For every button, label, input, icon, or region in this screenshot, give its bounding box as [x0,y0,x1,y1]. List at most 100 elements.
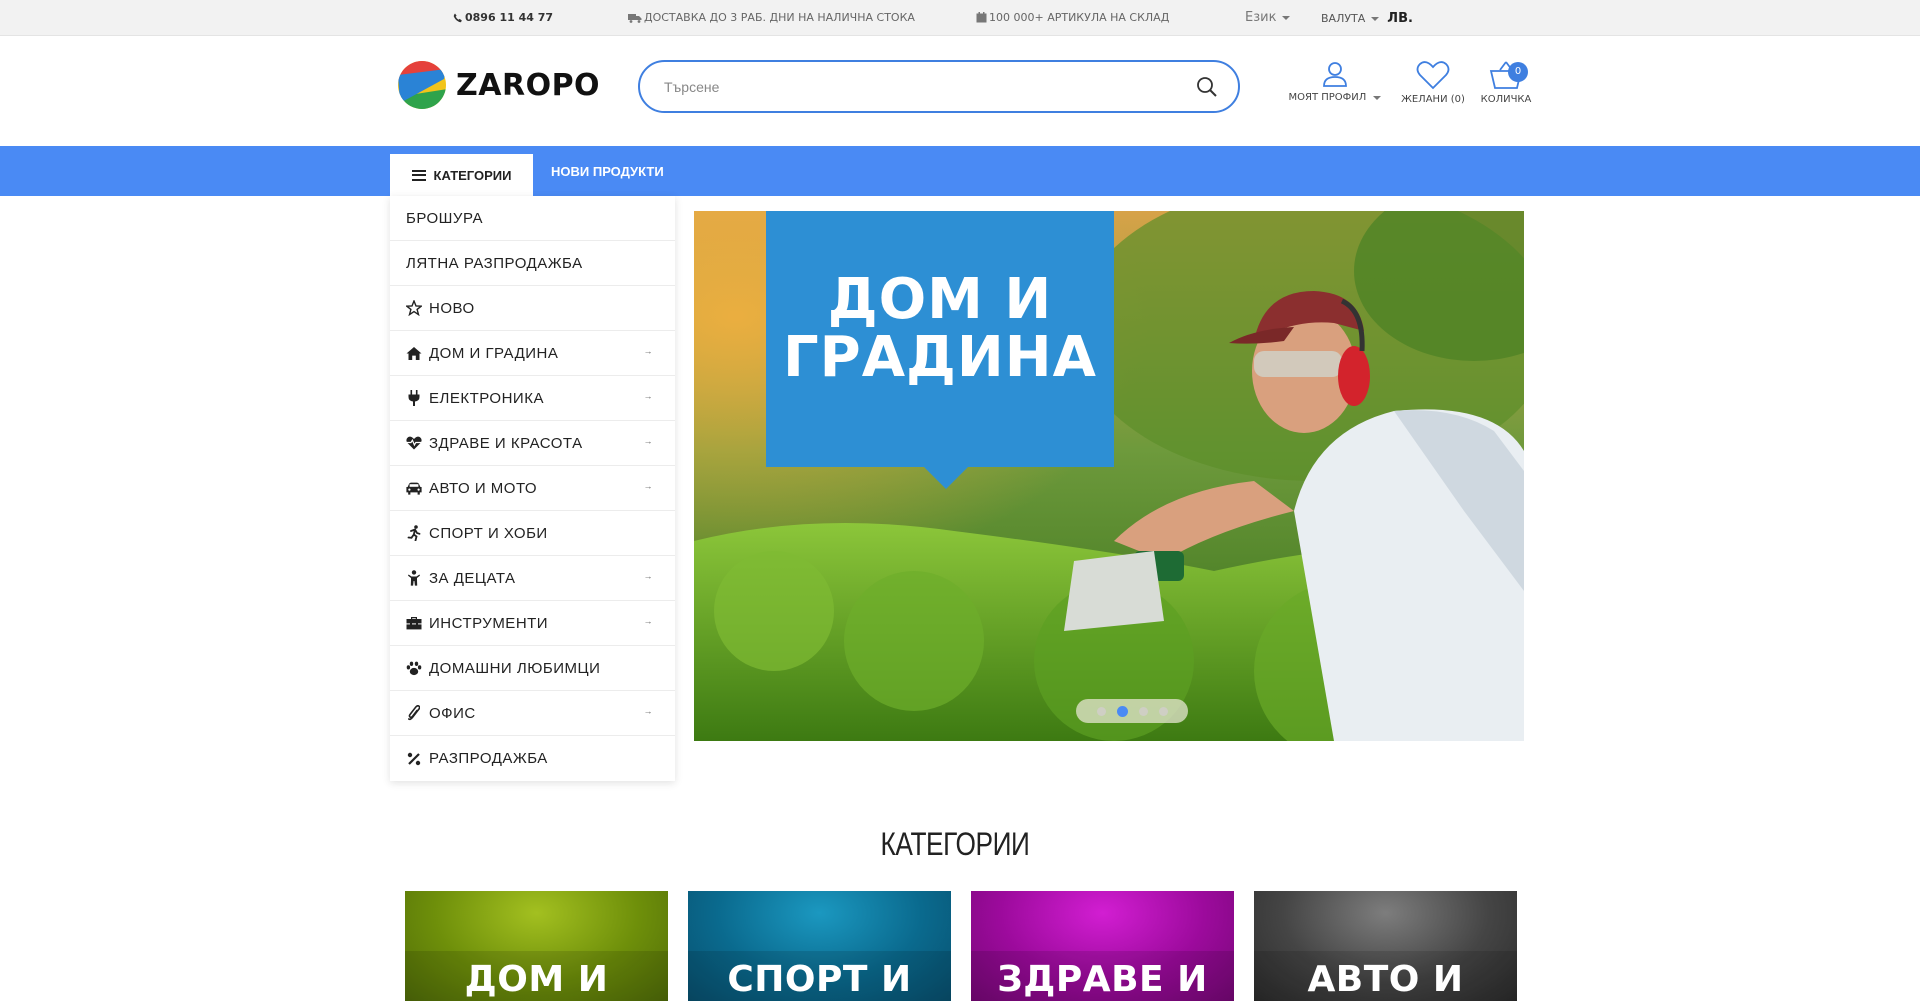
home-icon [406,345,422,361]
sidebar-item-pets[interactable]: ДОМАШНИ ЛЮБИМЦИ [390,646,675,691]
arrow-right-icon: → [643,346,653,356]
profile-button[interactable]: МОЯТ ПРОФИЛ [1288,60,1382,103]
category-tile-auto-moto[interactable]: АВТО И [1254,891,1517,1001]
star-icon [406,300,422,316]
categories-label: КАТЕГОРИИ [433,167,512,183]
sidebar-item-label: СПОРТ И ХОБИ [429,524,548,542]
car-icon [406,480,422,496]
sidebar-item-brochure[interactable]: БРОШУРА [390,196,675,241]
slider-dots [1076,699,1188,723]
stock-text: 100 000+ АРТИКУЛА НА СКЛАД [989,11,1170,24]
hero-slider[interactable]: ДОМ И ГРАДИНА [694,211,1524,741]
heartbeat-icon [406,435,422,451]
sidebar-item-label: ОФИС [429,704,476,722]
sidebar-item-electronics[interactable]: ЕЛЕКТРОНИКА → [390,376,675,421]
language-selector[interactable]: Език [1245,10,1291,25]
sidebar-item-label: ЗДРАВЕ И КРАСОТА [429,434,583,452]
slider-dot[interactable] [1096,706,1106,716]
tile-label: ДОМ И [464,959,609,1000]
sidebar-item-label: НОВО [429,299,475,317]
heart-icon [1416,61,1450,90]
sidebar-item-auto-moto[interactable]: АВТО И МОТО → [390,466,675,511]
sidebar-item-label: ЗА ДЕЦАТА [429,569,516,587]
arrow-right-icon: → [643,481,653,491]
sidebar-item-label: БРОШУРА [406,209,483,227]
top-bar: 0896 11 44 77 ДОСТАВКА ДО 3 РАБ. ДНИ НА … [0,0,1920,36]
category-tile-health-beauty[interactable]: ЗДРАВЕ И [971,891,1234,1001]
sidebar-item-kids[interactable]: ЗА ДЕЦАТА → [390,556,675,601]
profile-label: МОЯТ ПРОФИЛ [1288,92,1367,103]
tile-label: АВТО И [1307,959,1464,1000]
arrow-right-icon: → [643,616,653,626]
slider-dot[interactable] [1138,706,1148,716]
hero-banner-line: ГРАДИНА [782,325,1097,390]
currency-value: ЛВ. [1387,11,1413,26]
sidebar-item-label: ДОМАШНИ ЛЮБИМЦИ [429,659,601,677]
language-label: Език [1245,10,1277,25]
category-tile-home-garden[interactable]: ДОМ И [405,891,668,1001]
currency-selector[interactable]: ВАЛУТА ЛВ. [1321,11,1413,26]
chevron-down-icon [1371,16,1380,21]
chevron-down-icon [1373,96,1382,100]
calendar-icon [976,12,987,23]
hero-banner-tip [924,467,968,489]
arrow-right-icon: → [643,571,653,581]
arrow-right-icon: → [643,436,653,446]
percent-icon [406,751,422,767]
chevron-down-icon [1282,15,1291,20]
cart-label: КОЛИЧКА [1480,94,1532,105]
sidebar-item-new[interactable]: НОВО [390,286,675,331]
phone-icon [453,13,462,22]
arrow-right-icon: → [643,706,653,716]
category-tile-sport-hobby[interactable]: СПОРТ И [688,891,951,1001]
delivery-info: ДОСТАВКА ДО 3 РАБ. ДНИ НА НАЛИЧНА СТОКА [628,11,915,24]
toolbox-icon [406,615,422,631]
sidebar-item-label: ЛЯТНА РАЗПРОДАЖБА [406,254,583,272]
arrow-right-icon: → [643,391,653,401]
sidebar-item-office[interactable]: ОФИС → [390,691,675,736]
sidebar-item-sale[interactable]: РАЗПРОДАЖБА [390,736,675,781]
logo-icon [398,61,446,109]
hero-banner-text: ДОМ И ГРАДИНА [766,271,1114,387]
sidebar-item-label: ЕЛЕКТРОНИКА [429,389,544,407]
sidebar-item-label: ДОМ И ГРАДИНА [429,344,559,362]
search-bar [638,60,1240,113]
currency-label: ВАЛУТА [1321,12,1366,25]
sidebar-item-health-beauty[interactable]: ЗДРАВЕ И КРАСОТА → [390,421,675,466]
phone-link[interactable]: 0896 11 44 77 [453,11,553,24]
paw-icon [406,660,422,676]
categories-heading: КАТЕГОРИИ [880,826,1030,862]
sidebar-item-label: РАЗПРОДАЖБА [429,750,548,767]
logo-text: ZAROPO [456,67,601,103]
new-products-link[interactable]: НОВИ ПРОДУКТИ [551,164,664,179]
search-icon[interactable] [1196,76,1218,98]
search-input[interactable] [664,75,1184,99]
delivery-text: ДОСТАВКА ДО 3 РАБ. ДНИ НА НАЛИЧНА СТОКА [644,11,915,24]
cart-count-badge: 0 [1508,62,1528,82]
tile-label: ЗДРАВЕ И [997,959,1208,1000]
hamburger-icon [411,169,426,181]
running-icon [406,525,422,541]
plug-icon [406,390,422,406]
site-logo[interactable]: ZAROPO [396,59,600,111]
wishlist-button[interactable]: ЖЕЛАНИ (0) [1396,60,1470,105]
sidebar-item-label: АВТО И МОТО [429,479,538,497]
user-icon [1323,62,1347,87]
child-icon [406,570,422,586]
categories-menu-button[interactable]: КАТЕГОРИИ [390,154,533,196]
slider-dot-active[interactable] [1116,705,1128,717]
main-nav: КАТЕГОРИИ НОВИ ПРОДУКТИ [0,146,1920,196]
paperclip-icon [406,705,422,721]
truck-icon [628,13,642,23]
tile-label: СПОРТ И [727,959,912,1000]
sidebar-item-sport-hobby[interactable]: СПОРТ И ХОБИ [390,511,675,556]
stock-info: 100 000+ АРТИКУЛА НА СКЛАД [976,11,1169,24]
category-sidebar: БРОШУРА ЛЯТНА РАЗПРОДАЖБА НОВО ДОМ И ГРА… [390,196,675,781]
phone-number: 0896 11 44 77 [465,11,554,24]
wishlist-label: ЖЕЛАНИ (0) [1401,94,1465,105]
sidebar-item-home-garden[interactable]: ДОМ И ГРАДИНА → [390,331,675,376]
sidebar-item-summer-sale[interactable]: ЛЯТНА РАЗПРОДАЖБА [390,241,675,286]
slider-dot[interactable] [1158,706,1168,716]
cart-button[interactable]: 0 КОЛИЧКА [1476,60,1536,105]
sidebar-item-tools[interactable]: ИНСТРУМЕНТИ → [390,601,675,646]
